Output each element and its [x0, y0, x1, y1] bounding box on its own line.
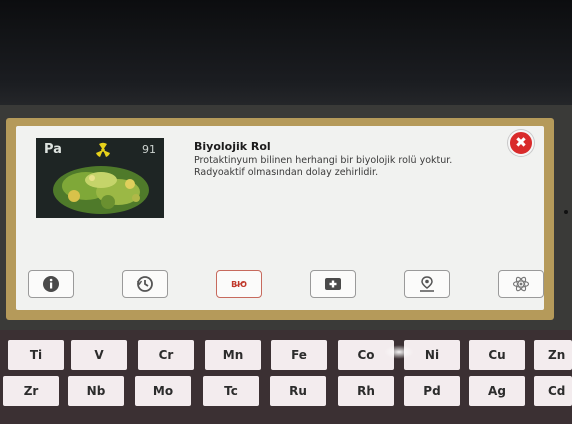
- element-cell-mn[interactable]: Mn: [205, 340, 261, 370]
- tab-atom[interactable]: [498, 270, 544, 298]
- element-cell-zr[interactable]: Zr: [3, 376, 59, 406]
- card-title: Biyolojik Rol: [194, 140, 271, 153]
- close-icon: ✖: [515, 135, 527, 151]
- atomic-number: 91: [142, 143, 156, 156]
- element-cell-ag[interactable]: Ag: [469, 376, 525, 406]
- element-info-card: Pa 91 Biyolojik Rol Protaktinyum bilinen…: [16, 126, 544, 310]
- bio-icon: BIO: [231, 279, 247, 289]
- element-cell-tc[interactable]: Tc: [203, 376, 259, 406]
- radiation-icon: [96, 142, 110, 157]
- shield-cross-icon: [325, 278, 341, 290]
- tab-info[interactable]: [28, 270, 74, 298]
- atom-icon: [512, 276, 530, 292]
- element-cell-zn[interactable]: Zn: [534, 340, 572, 370]
- screen-top-area: [0, 0, 572, 118]
- tab-health[interactable]: [310, 270, 356, 298]
- element-cell-fe[interactable]: Fe: [271, 340, 327, 370]
- element-cell-mo[interactable]: Mo: [135, 376, 191, 406]
- card-description: Protaktinyum bilinen herhangi bir biyolo…: [194, 155, 453, 178]
- periodic-table-strip: Ti V Cr Mn Fe Co Ni Cu Zn Zr Nb Mo Tc Ru…: [0, 330, 572, 424]
- info-icon: [43, 276, 59, 292]
- map-pin-icon: [420, 276, 434, 292]
- tab-bio[interactable]: BIO: [216, 270, 262, 298]
- light-reflection: [384, 345, 414, 359]
- history-icon: [136, 276, 153, 292]
- mineral-sample-image: [53, 166, 149, 214]
- element-cell-v[interactable]: V: [71, 340, 127, 370]
- element-cell-pd[interactable]: Pd: [404, 376, 460, 406]
- element-cell-cu[interactable]: Cu: [469, 340, 525, 370]
- element-cell-cd[interactable]: Cd: [534, 376, 572, 406]
- element-cell-cr[interactable]: Cr: [138, 340, 194, 370]
- element-cell-rh[interactable]: Rh: [338, 376, 394, 406]
- tab-location[interactable]: [404, 270, 450, 298]
- close-button[interactable]: ✖: [508, 130, 534, 156]
- element-symbol: Pa: [44, 142, 62, 157]
- info-panel: Pa 91 Biyolojik Rol Protaktinyum bilinen…: [6, 118, 554, 320]
- tab-history[interactable]: [122, 270, 168, 298]
- bezel-sensor-dot: [564, 210, 568, 214]
- element-cell-ti[interactable]: Ti: [8, 340, 64, 370]
- element-cell-nb[interactable]: Nb: [68, 376, 124, 406]
- info-tab-bar: BIO: [28, 270, 544, 300]
- element-image-tile: Pa 91: [36, 138, 164, 218]
- element-cell-ru[interactable]: Ru: [270, 376, 326, 406]
